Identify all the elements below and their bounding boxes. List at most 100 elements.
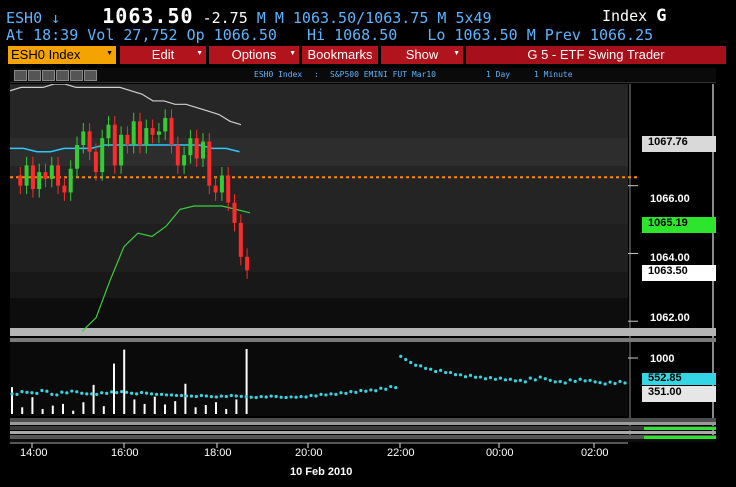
bid-ask-size: 5x49 [455, 9, 492, 27]
volume-dot [25, 390, 29, 394]
volume-dot [100, 391, 104, 395]
time-axis-label: 16:00 [111, 447, 139, 459]
volume-dot [384, 387, 388, 391]
chart-area[interactable]: 1067.76 1066.00 1065.19 1064.00 1063.50 … [9, 83, 716, 483]
volume-dot [204, 394, 208, 398]
volume-dot [234, 394, 238, 398]
time-axis-label: 00:00 [486, 447, 514, 459]
price-bar [37, 172, 42, 190]
price-bar [56, 165, 61, 186]
volume-dot [414, 363, 418, 367]
toolbar-button[interactable] [28, 70, 41, 81]
menu-options[interactable]: Options ▼ [209, 46, 299, 64]
toolbar-period: 1 Day [486, 70, 511, 79]
toolbar-button[interactable] [42, 70, 55, 81]
window-title: G 5 - ETF Swing Trader [466, 46, 726, 64]
market-flags: M M [256, 9, 284, 27]
quote-stats: At 18:39 Vol 27,752 Op 1066.50 Hi 1068.5… [6, 26, 653, 44]
volume-dot [409, 360, 413, 365]
menu-show[interactable]: Show ▼ [381, 46, 463, 64]
volume-dot [264, 395, 268, 399]
volume-dot [289, 395, 293, 399]
price-bar [245, 256, 250, 271]
volume-dot [389, 384, 393, 389]
volume-dot [130, 391, 134, 395]
volume-dot [364, 389, 368, 393]
menu-options-label: Options [231, 47, 277, 62]
price-axis-label: 1062.00 [650, 312, 690, 324]
volume-dot [194, 394, 199, 399]
volume-dot [120, 390, 124, 394]
price-bar [144, 128, 149, 145]
price-bar [119, 134, 124, 166]
toolbar-button[interactable] [14, 70, 27, 81]
volume-dot [75, 390, 79, 394]
volume-dot [284, 395, 288, 400]
price-bar [213, 185, 218, 193]
volume-dot [339, 391, 343, 395]
price-change: -2.75 [202, 9, 248, 27]
price-bar [81, 131, 86, 145]
volume-dot [424, 366, 428, 370]
menu-bookmarks[interactable]: Bookmarks [302, 46, 378, 64]
toolbar-button[interactable] [70, 70, 83, 81]
volume-dot [473, 375, 478, 379]
price-axis-label: 1064.00 [650, 252, 690, 264]
volume-dot [30, 391, 34, 395]
volume-dot [159, 392, 164, 396]
indicator-strip [10, 426, 716, 430]
volume-dot [483, 377, 488, 381]
price-bar [156, 131, 161, 135]
chart-toolbar: ESH0 Index : S&P500 EMINI FUT Mar10 1 Da… [10, 68, 716, 83]
toolbar-button[interactable] [84, 70, 97, 81]
date-axis-label: 10 Feb 2010 [290, 466, 353, 478]
volume-dot [314, 394, 318, 398]
indicator-strip [10, 435, 716, 439]
volume-dot [269, 394, 273, 398]
time-axis-label: 02:00 [581, 447, 609, 459]
volume-dot [35, 391, 39, 395]
panel-separator [10, 328, 716, 336]
volume-dot [439, 368, 443, 372]
volume-dot [588, 378, 592, 382]
volume-dot [199, 393, 203, 398]
volume-dot [359, 388, 363, 393]
window-title-label: G 5 - ETF Swing Trader [527, 47, 665, 62]
last-price: 1063.50 [102, 4, 194, 28]
time-axis-label: 22:00 [387, 447, 415, 459]
menu-edit[interactable]: Edit ▼ [120, 46, 206, 64]
volume-dot [598, 381, 602, 385]
volume-dot [50, 392, 54, 396]
volume-dot [394, 386, 398, 390]
volume-dot [458, 373, 463, 377]
time-axis-label: 14:00 [20, 447, 48, 459]
price-bar [93, 151, 98, 173]
menu-bookmarks-label: Bookmarks [307, 47, 373, 62]
volume-dot [463, 375, 468, 379]
volume-dot [80, 391, 84, 395]
volume-dot [90, 392, 94, 396]
volume-dot [274, 394, 278, 399]
volume-dot [164, 393, 169, 397]
price-bar [194, 138, 199, 159]
panel-separator [10, 338, 716, 342]
price-bar [24, 165, 29, 186]
toolbar-separator: : [314, 70, 319, 79]
volume-dot [304, 395, 308, 399]
price-bar [100, 138, 105, 173]
price-axis-label: 1065.19 [642, 217, 716, 233]
volume-dot [543, 377, 547, 381]
volume-dot [115, 390, 119, 395]
price-volume-chart[interactable] [9, 83, 716, 483]
price-bar [226, 175, 231, 203]
bid-ask-flag: M [437, 9, 447, 27]
price-bar [175, 145, 180, 166]
volume-dot [578, 377, 582, 381]
index-code: G [656, 6, 667, 26]
volume-dot [568, 378, 572, 382]
toolbar-button[interactable] [56, 70, 69, 81]
volume-dot [20, 390, 24, 394]
volume-dot [154, 392, 159, 397]
price-band [10, 224, 628, 272]
bid-ask: 1063.50/1063.75 [292, 9, 429, 27]
